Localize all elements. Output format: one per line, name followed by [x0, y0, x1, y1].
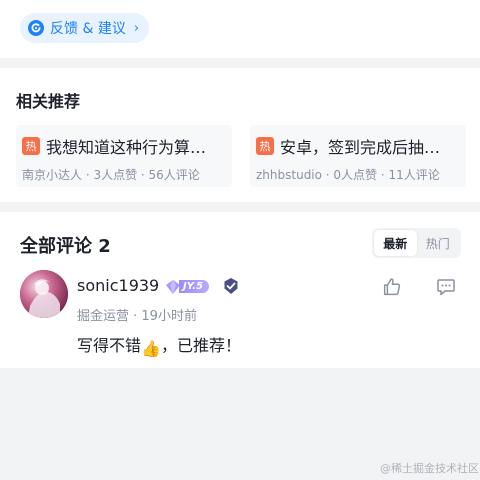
feedback-section: 反馈 & 建议 ›: [0, 0, 480, 58]
recommend-item-meta: zhhbstudio · 0人点赞 · 11人评论: [256, 168, 440, 182]
hot-badge: 热: [256, 137, 274, 155]
comment-text-after: ，已推荐！: [160, 336, 241, 355]
recommend-item[interactable]: 热 我想知道这种行为算… 南京小达人 · 3人点赞 · 56人评论: [16, 125, 232, 187]
hot-badge: 热: [22, 137, 40, 155]
verified-icon: [224, 278, 238, 294]
watermark: @稀土掘金技术社区: [380, 462, 479, 475]
recommend-item-title: 我想知道这种行为算…: [46, 138, 207, 157]
section-title: 相关推荐: [16, 92, 81, 111]
level-label: JY.5: [179, 280, 210, 293]
chevron-right-icon: ›: [133, 20, 140, 36]
feedback-button[interactable]: 反馈 & 建议 ›: [20, 13, 150, 43]
sort-toggle: 最新 热门: [372, 228, 461, 258]
level-badge: JY.5: [165, 278, 210, 295]
sort-latest-tab[interactable]: 最新: [374, 230, 417, 256]
comment-meta: 掘金运营 · 19小时前: [77, 309, 197, 324]
comments-section: 全部评论 2 最新 热门 sonic1939 JY.5 掘金运营 · 19小时前…: [0, 212, 480, 368]
recommend-item[interactable]: 热 安卓，签到完成后抽… zhhbstudio · 0人点赞 · 11人评论: [250, 125, 466, 187]
feedback-icon: [28, 20, 44, 36]
feedback-label: 反馈 & 建议: [50, 21, 126, 37]
recommend-item-title: 安卓，签到完成后抽…: [280, 138, 441, 157]
recommend-item-meta: 南京小达人 · 3人点赞 · 56人评论: [22, 168, 200, 182]
thumbs-up-emoji: 👍: [141, 339, 161, 358]
user-name[interactable]: sonic1939: [77, 276, 159, 295]
avatar[interactable]: [20, 270, 68, 318]
sort-hot-tab[interactable]: 热门: [417, 230, 460, 256]
like-icon[interactable]: [381, 276, 403, 298]
comments-title: 全部评论 2: [20, 236, 111, 257]
comment-icon[interactable]: [436, 277, 456, 297]
related-recommend-section: 相关推荐 热 我想知道这种行为算… 南京小达人 · 3人点赞 · 56人评论 热…: [0, 68, 480, 202]
comment-text: 写得不错👍，已推荐！: [77, 332, 241, 358]
comment-text-before: 写得不错: [77, 336, 142, 355]
